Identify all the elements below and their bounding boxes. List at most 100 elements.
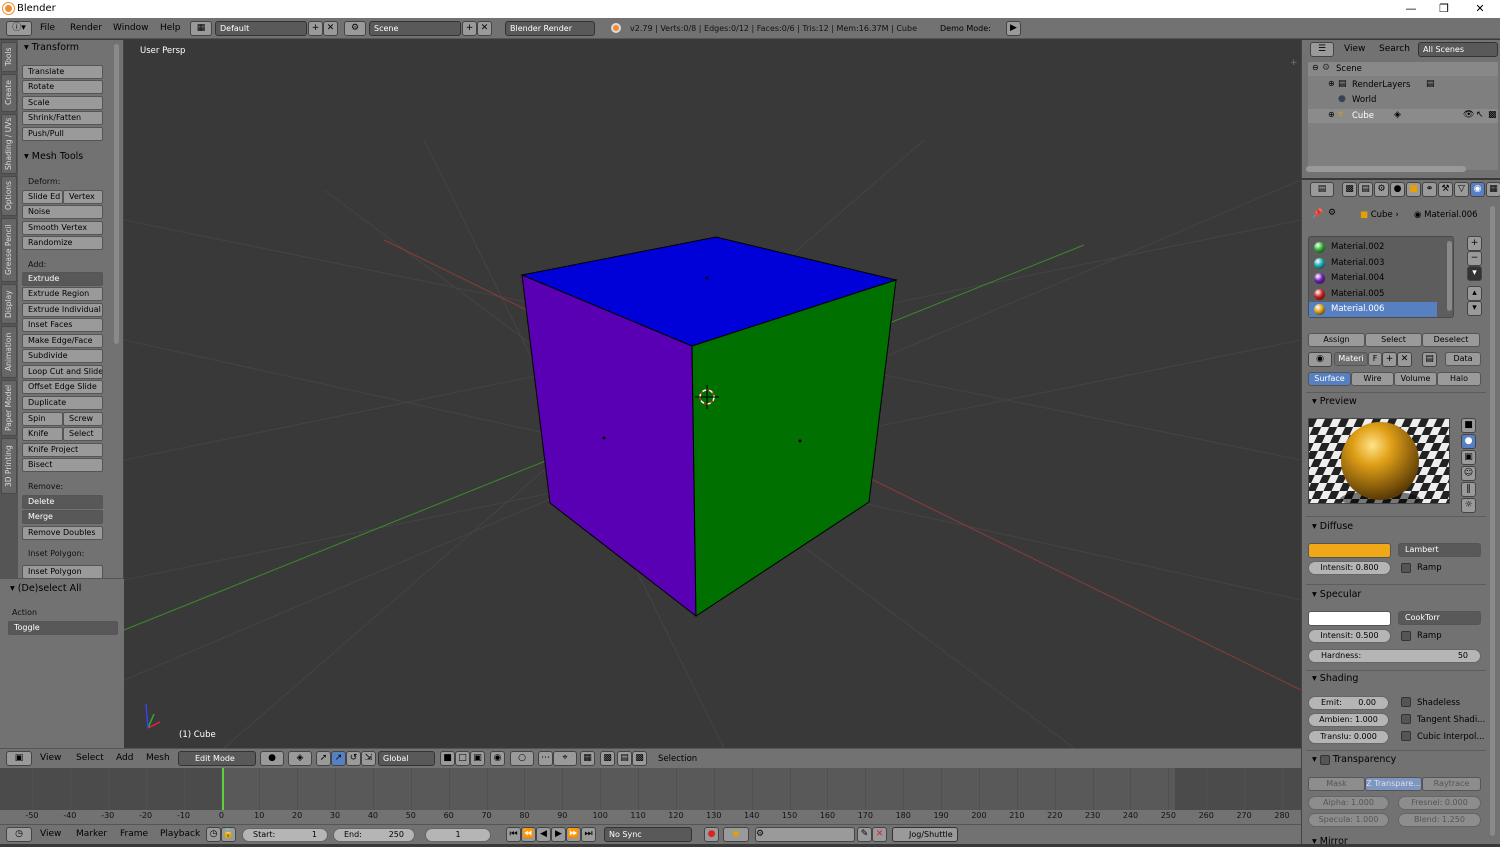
transform-panel-header[interactable]: ▾ Transform bbox=[24, 42, 79, 53]
bisect-button[interactable]: Bisect bbox=[22, 458, 103, 472]
duplicate-button[interactable]: Duplicate bbox=[22, 396, 103, 410]
snap-element-icon[interactable]: ⌖ bbox=[553, 751, 577, 766]
transparency-panel-header[interactable]: ▾ Transparency bbox=[1312, 754, 1396, 765]
knife-project-button[interactable]: Knife Project bbox=[22, 443, 103, 457]
tab-grease-pencil[interactable]: Grease Pencil bbox=[1, 218, 17, 282]
jump-keyframe-back-icon[interactable]: ⏪ bbox=[521, 827, 536, 842]
material-slots-list[interactable]: Material.002 Material.003 Material.004 Mate… bbox=[1308, 236, 1454, 318]
timeline-ruler[interactable] bbox=[0, 810, 1301, 824]
properties-scrollbar[interactable] bbox=[1490, 206, 1495, 836]
timeline-editor[interactable]: -50 -40 -30 -20 -10 0 10 20 30 40 50 60 70 80 90 100 110… bbox=[0, 768, 1301, 824]
translate-button[interactable]: Translate bbox=[22, 65, 103, 79]
play-icon[interactable]: ▶ bbox=[551, 827, 566, 842]
preview-cube-icon[interactable]: ▣ bbox=[1461, 450, 1476, 465]
specular-ramp-checkbox[interactable] bbox=[1401, 631, 1411, 641]
tab-paper-model[interactable]: Paper Model bbox=[1, 380, 17, 436]
properties-region-toggle-icon[interactable]: + bbox=[1290, 58, 1298, 68]
editor-type-3d-icon[interactable]: ▣ bbox=[6, 751, 32, 766]
spin-button[interactable]: Spin bbox=[22, 412, 63, 426]
pin-icon[interactable]: 📌 bbox=[1312, 209, 1323, 219]
tab-create[interactable]: Create bbox=[1, 74, 17, 112]
expand-icon[interactable]: ⊕ bbox=[1328, 110, 1335, 119]
renderability-camera-icon[interactable]: ▩ bbox=[1488, 110, 1497, 120]
move-slot-up-icon[interactable]: ▴ bbox=[1467, 286, 1482, 301]
material-name-field[interactable]: Materi bbox=[1334, 352, 1368, 366]
offset-edge-slide-button[interactable]: Offset Edge Slide bbox=[22, 380, 103, 394]
tab-display[interactable]: Display bbox=[1, 284, 17, 324]
alpha-field[interactable]: Alpha: 1.000 bbox=[1308, 796, 1389, 810]
material-tab-icon[interactable]: ◉ bbox=[1470, 182, 1485, 197]
delete-dropdown[interactable]: Delete bbox=[22, 495, 103, 509]
outliner-row-renderlayers[interactable]: ⊕ ▤ RenderLayers ▤ bbox=[1308, 78, 1498, 92]
specular-panel-header[interactable]: ▾ Specular bbox=[1312, 589, 1361, 600]
maximize-icon[interactable]: ❐ bbox=[1431, 2, 1457, 16]
data-tab-icon[interactable]: ▽ bbox=[1454, 182, 1469, 197]
menu-help[interactable]: Help bbox=[160, 23, 181, 33]
mesh-tools-panel-header[interactable]: ▾ Mesh Tools bbox=[24, 151, 83, 162]
material-specials-icon[interactable]: ▾ bbox=[1467, 266, 1482, 281]
remove-doubles-button[interactable]: Remove Doubles bbox=[22, 526, 103, 540]
slide-edge-button[interactable]: Slide Ed bbox=[22, 190, 63, 204]
material-slot-row[interactable]: Material.005 bbox=[1309, 287, 1437, 302]
timeline-menu-marker[interactable]: Marker bbox=[76, 829, 107, 839]
viewport-shading-icon[interactable]: ● bbox=[260, 751, 284, 766]
remove-material-slot-icon[interactable]: − bbox=[1467, 251, 1482, 266]
slide-vertex-button[interactable]: Vertex bbox=[63, 190, 103, 204]
outliner-menu-search[interactable]: Search bbox=[1379, 44, 1410, 54]
fake-user-button[interactable]: F bbox=[1368, 352, 1382, 366]
manipulator-icon[interactable]: ➚ bbox=[316, 751, 331, 766]
timeline-menu-view[interactable]: View bbox=[40, 829, 61, 839]
delete-keyframe-icon[interactable]: ✕ bbox=[872, 827, 887, 842]
make-edge-face-button[interactable]: Make Edge/Face bbox=[22, 334, 103, 348]
proportional-edit-icon[interactable]: ○ bbox=[510, 751, 534, 766]
add-scene-icon[interactable]: + bbox=[462, 21, 477, 36]
world-tab-icon[interactable]: ● bbox=[1390, 182, 1405, 197]
render-animation-icon[interactable]: ▤ bbox=[617, 751, 632, 766]
vertex-select-icon[interactable]: ■ bbox=[440, 751, 455, 766]
outliner-row-cube[interactable]: ⊕ ▿ Cube ◈ 👁 ↖ ▩ bbox=[1308, 109, 1498, 123]
remove-layout-icon[interactable]: ✕ bbox=[323, 21, 338, 36]
expand-icon[interactable]: ⊖ bbox=[1312, 63, 1319, 72]
transparency-mask-button[interactable]: Mask bbox=[1308, 777, 1365, 791]
rotate-manipulator-icon[interactable]: ↺ bbox=[346, 751, 361, 766]
mode-select[interactable]: Edit Mode bbox=[178, 751, 256, 766]
preview-hair-icon[interactable]: ‖ bbox=[1461, 482, 1476, 497]
node-material-icon[interactable]: ▤ bbox=[1422, 352, 1437, 367]
viewport-canvas[interactable] bbox=[124, 40, 1301, 748]
knife-button[interactable]: Knife bbox=[22, 427, 63, 441]
texture-tab-icon[interactable]: ▦ bbox=[1486, 182, 1500, 197]
loop-cut-button[interactable]: Loop Cut and Slide bbox=[22, 365, 103, 379]
extrude-individual-button[interactable]: Extrude Individual bbox=[22, 303, 103, 317]
play-demo-icon[interactable]: ▶ bbox=[1006, 21, 1021, 36]
preview-sphere-icon[interactable]: ● bbox=[1461, 434, 1476, 449]
menu-view[interactable]: View bbox=[40, 753, 61, 763]
material-slot-row[interactable]: Material.006 bbox=[1309, 302, 1437, 317]
link-data-select[interactable]: Data bbox=[1445, 352, 1481, 366]
object-tab-icon[interactable]: ■ bbox=[1406, 182, 1421, 197]
scene-field[interactable]: Scene bbox=[369, 21, 461, 36]
menu-file[interactable]: File bbox=[40, 23, 55, 33]
inset-faces-button[interactable]: Inset Faces bbox=[22, 318, 103, 332]
menu-mesh[interactable]: Mesh bbox=[146, 753, 170, 763]
material-list-scrollbar[interactable] bbox=[1447, 241, 1452, 311]
specular-shader-select[interactable]: CookTorr bbox=[1398, 611, 1481, 625]
edge-select-icon[interactable]: □ bbox=[455, 751, 470, 766]
action-dropdown[interactable]: Toggle bbox=[8, 621, 118, 635]
tab-halo[interactable]: Halo bbox=[1437, 372, 1481, 386]
editor-type-info-icon[interactable]: ⓘ▾ bbox=[6, 21, 32, 36]
scene-tab-icon[interactable]: ⚙ bbox=[1374, 182, 1389, 197]
assign-button[interactable]: Assign bbox=[1308, 333, 1365, 347]
lock-range-icon[interactable]: 🔒 bbox=[221, 827, 236, 842]
pivot-point-icon[interactable]: ◈ bbox=[288, 751, 312, 766]
extrude-region-button[interactable]: Extrude Region bbox=[22, 287, 103, 301]
outliner-row-world[interactable]: ● World bbox=[1308, 93, 1498, 107]
modifiers-tab-icon[interactable]: ⚒ bbox=[1438, 182, 1453, 197]
sync-select[interactable]: No Sync bbox=[604, 827, 692, 842]
preview-plane-icon[interactable]: ■ bbox=[1461, 418, 1476, 433]
cubic-interpolation-checkbox[interactable] bbox=[1401, 731, 1411, 741]
orientation-select[interactable]: Global bbox=[378, 751, 435, 766]
editor-type-timeline-icon[interactable]: ◷ bbox=[6, 827, 32, 842]
scene-icon[interactable]: ⚙ bbox=[344, 21, 366, 36]
shading-panel-header[interactable]: ▾ Shading bbox=[1312, 673, 1358, 684]
render-tab-icon[interactable]: ▩ bbox=[1342, 182, 1357, 197]
